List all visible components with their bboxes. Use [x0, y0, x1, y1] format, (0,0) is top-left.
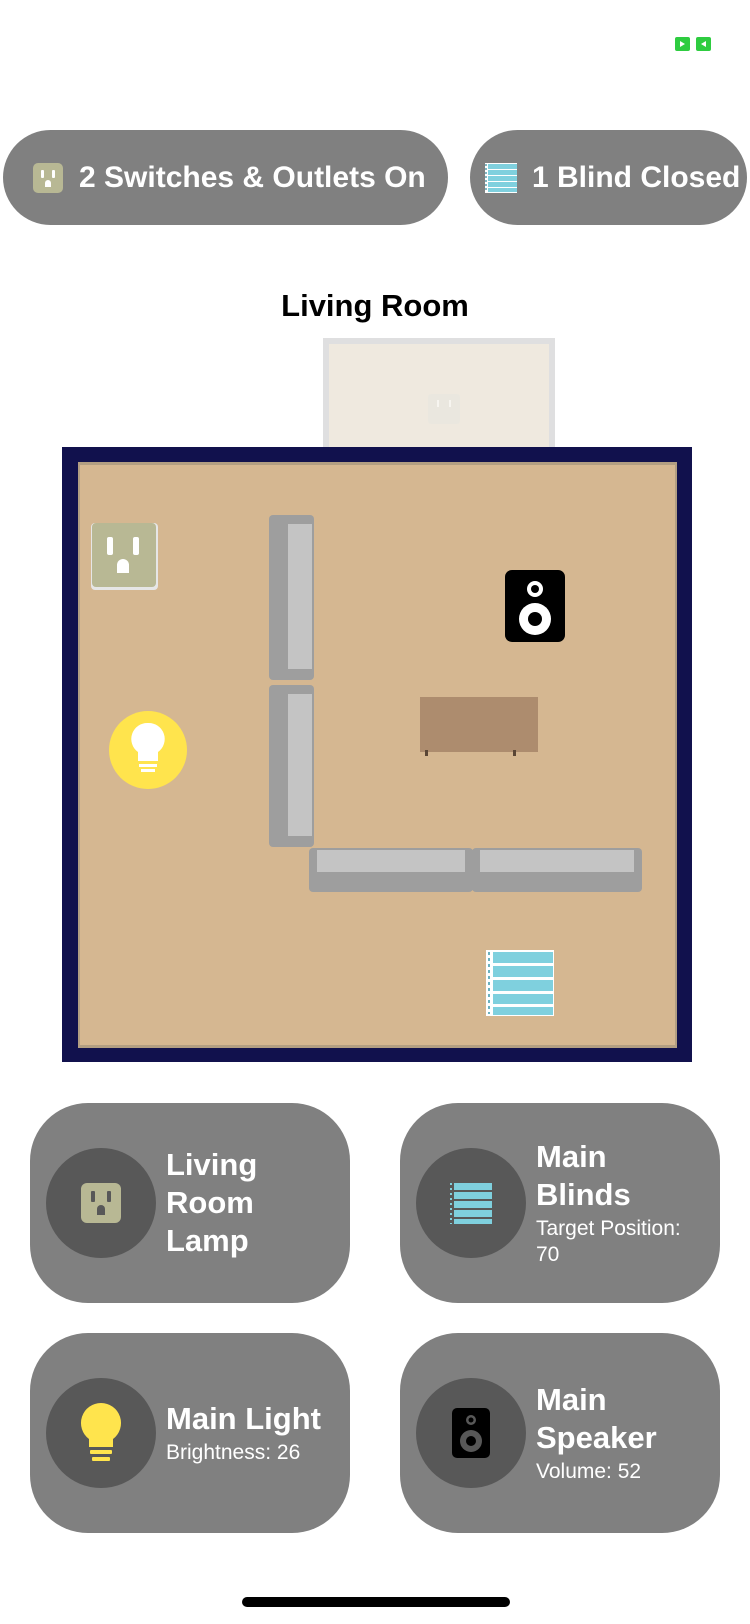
outlet-icon[interactable] [91, 523, 158, 590]
screen-mirroring-icon [675, 37, 711, 51]
outlet-icon [46, 1148, 156, 1258]
accessory-name: Main Light [166, 1401, 321, 1436]
accessory-detail: Brightness: 26 [166, 1441, 301, 1464]
outlet-icon [31, 161, 65, 195]
accessory-name: Main Blinds [536, 1139, 631, 1212]
room-title: Living Room [281, 288, 469, 323]
accessory-tile-main-blinds[interactable]: Main Blinds Target Position: 70 [400, 1103, 720, 1303]
accessory-tile-living-room-lamp[interactable]: Living Room Lamp [30, 1103, 350, 1303]
lightbulb-icon [46, 1378, 156, 1488]
speaker-icon[interactable] [505, 570, 565, 642]
accessory-name: Main Speaker [536, 1382, 657, 1455]
adjacent-room [323, 338, 555, 454]
room-floorplan [62, 338, 692, 1062]
switches-outlets-summary-label: 2 Switches & Outlets On [79, 160, 426, 194]
accessory-tile-main-speaker[interactable]: Main Speaker Volume: 52 [400, 1333, 720, 1533]
blinds-summary-button[interactable]: 1 Blind Closed [470, 130, 747, 225]
switches-outlets-summary-button[interactable]: 2 Switches & Outlets On [3, 130, 448, 225]
accessory-name: Living Room Lamp [166, 1147, 258, 1258]
blinds-summary-label: 1 Blind Closed [532, 160, 741, 194]
blinds-icon [416, 1148, 526, 1258]
home-indicator[interactable] [242, 1597, 510, 1607]
speaker-icon [416, 1378, 526, 1488]
blinds-icon [484, 161, 518, 195]
blinds-icon[interactable] [486, 950, 554, 1016]
coffee-table [420, 697, 538, 756]
lightbulb-icon[interactable] [109, 711, 187, 789]
sofa-bottom-section [309, 848, 642, 892]
accessory-detail: Target Position: 70 [536, 1217, 681, 1266]
adjacent-outlet-icon [428, 394, 460, 424]
accessory-detail: Volume: 52 [536, 1460, 642, 1483]
accessory-tile-main-light[interactable]: Main Light Brightness: 26 [30, 1333, 350, 1533]
